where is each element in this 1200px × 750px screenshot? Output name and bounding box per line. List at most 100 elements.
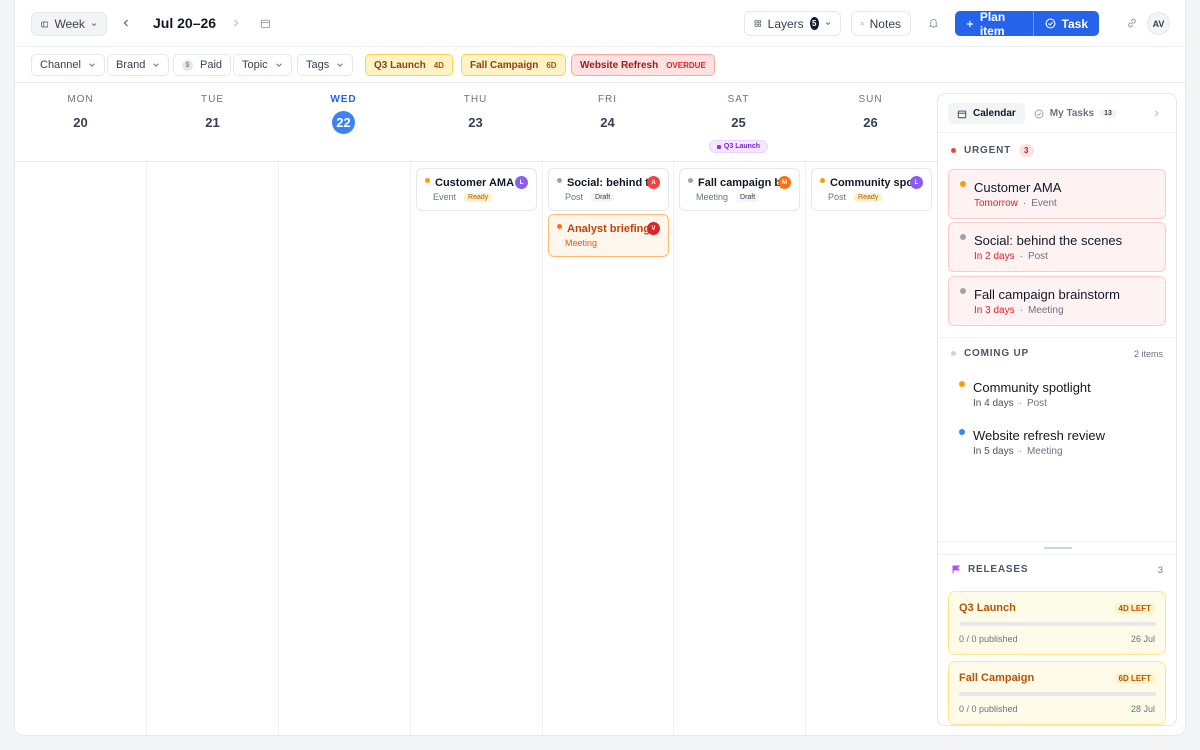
release-card[interactable]: Q3 Launch 4D LEFT 0 / 0 published 26 Jul [948, 591, 1166, 655]
day-header-sun[interactable]: SUN 26 [805, 84, 936, 134]
plan-item-label: Plan item [979, 11, 1006, 36]
release-chip-fall-campaign[interactable]: Fall Campaign 6D [461, 54, 566, 76]
topic-filter[interactable]: Topic [233, 54, 292, 76]
tab-calendar[interactable]: Calendar [948, 103, 1025, 124]
coming-up-item[interactable]: Website refresh review In 5 days · Meeti… [948, 418, 1166, 462]
tags-filter-label: Tags [306, 59, 330, 71]
item-due: In 2 days [974, 251, 1015, 262]
item-type: Event [1031, 198, 1057, 209]
status-dot [959, 429, 965, 435]
releases-count: 3 [1157, 565, 1163, 575]
top-toolbar: Week Jul 20–26 Layers 5 Notes Plan item … [15, 0, 1185, 47]
event-meta: Post Draft [565, 192, 615, 202]
check-circle-icon [1045, 18, 1055, 29]
event-title-row: Social: behind the scenes [557, 177, 652, 189]
calendar-icon [260, 19, 270, 28]
status-dot [960, 234, 966, 240]
coming-up-item[interactable]: Community spotlight In 4 days · Post [948, 370, 1166, 414]
week-grid[interactable]: Customer AMA Event Ready L Social: behin… [15, 162, 937, 735]
coming-up-label: COMING UP [964, 348, 1029, 359]
brand-filter[interactable]: Brand [107, 54, 170, 76]
channel-filter[interactable]: Channel [31, 54, 105, 76]
event-type: Meeting [696, 192, 729, 202]
item-due: Tomorrow [974, 198, 1018, 209]
assignee-avatar: V [647, 222, 660, 235]
day-header-mon[interactable]: MON 20 [15, 84, 146, 134]
prev-week-button[interactable] [119, 16, 133, 30]
chevron-right-icon [234, 19, 239, 27]
paid-filter[interactable]: $ Paid [173, 54, 232, 76]
plan-item-button[interactable]: Plan item [955, 11, 1033, 36]
next-week-button[interactable] [229, 16, 243, 30]
tags-filter[interactable]: Tags [297, 54, 354, 76]
app-frame: Week Jul 20–26 Layers 5 Notes Plan item … [14, 0, 1186, 736]
day-header-wed[interactable]: WED 22 [278, 84, 409, 134]
days-left-badge: 6D LEFT [1114, 673, 1155, 684]
tab-calendar-label: Calendar [973, 108, 1016, 119]
meta-separator: · [1019, 251, 1023, 262]
view-label: Week [54, 17, 85, 31]
dollar-icon: $ [182, 59, 193, 71]
event-card[interactable]: Customer AMA Event Ready L [416, 168, 537, 211]
release-date: 28 Jul [1130, 704, 1155, 714]
event-card[interactable]: Community spotlight Post Ready L [811, 168, 932, 211]
release-card[interactable]: Fall Campaign 6D LEFT 0 / 0 published 28… [948, 661, 1166, 725]
event-meta: Meeting Draft [696, 192, 760, 202]
item-type: Post [1027, 251, 1048, 262]
release-chip-website-refresh[interactable]: Website Refresh OVERDUE [571, 54, 715, 76]
layers-button[interactable]: Layers 5 [744, 11, 841, 36]
task-button[interactable]: Task [1034, 11, 1099, 36]
releases-label: RELEASES [968, 564, 1029, 575]
event-title: Community spotlight [830, 177, 915, 189]
resize-handle[interactable] [1044, 547, 1072, 549]
column-divider [542, 162, 543, 735]
tab-my-tasks[interactable]: My Tasks 13 [1025, 103, 1125, 124]
user-avatar[interactable]: AV [1147, 12, 1170, 35]
day-header-tue[interactable]: TUE 21 [147, 84, 278, 134]
day-of-week: SAT [727, 94, 750, 105]
chevron-down-icon [825, 22, 831, 26]
day-header-fri[interactable]: FRI 24 [542, 84, 673, 134]
collapse-panel-button[interactable] [1150, 107, 1162, 119]
status-pill: Draft [736, 192, 760, 202]
event-type: Event [433, 192, 457, 202]
day-number: 20 [73, 115, 88, 130]
urgent-item[interactable]: Fall campaign brainstorm In 3 days · Mee… [948, 276, 1166, 326]
status-dot [425, 177, 430, 183]
release-day-tag[interactable]: Q3 Launch [708, 140, 769, 153]
column-divider [410, 162, 411, 735]
status-pill: Draft [591, 192, 615, 202]
meta-separator: · [1018, 446, 1022, 457]
release-chip-q3-launch[interactable]: Q3 Launch 4D [365, 54, 453, 76]
day-number: 24 [600, 115, 615, 130]
event-title: Social: behind the scenes [567, 177, 652, 189]
item-due: In 4 days [973, 398, 1014, 409]
notes-button[interactable]: Notes [851, 11, 911, 36]
item-type: Post [1026, 398, 1047, 409]
item-meta: In 3 days · Meeting [974, 305, 1064, 316]
event-card[interactable]: Social: behind the scenes Post Draft A [548, 168, 669, 211]
document-icon [861, 22, 864, 25]
assignee-avatar: M [778, 176, 791, 189]
notifications-button[interactable] [926, 16, 940, 30]
chevron-down-icon [153, 63, 160, 67]
coming-up-dot [951, 351, 956, 356]
day-header-thu[interactable]: THU 23 [410, 84, 541, 134]
status-pill: Ready [854, 192, 883, 202]
event-card[interactable]: Fall campaign brainstorm Meeting Draft M [679, 168, 800, 211]
urgent-item[interactable]: Customer AMA Tomorrow · Event [948, 169, 1166, 219]
urgent-item[interactable]: Social: behind the scenes In 2 days · Po… [948, 222, 1166, 272]
share-link-button[interactable] [1125, 16, 1139, 30]
flag-icon [716, 144, 721, 149]
item-title: Customer AMA [974, 180, 1062, 195]
plus-icon [966, 20, 974, 27]
event-card[interactable]: Analyst briefing Meeting V [548, 214, 669, 257]
brand-filter-label: Brand [116, 59, 146, 71]
channel-filter-label: Channel [40, 59, 81, 71]
view-selector[interactable]: Week [31, 12, 107, 36]
chevron-down-icon [89, 63, 95, 67]
chevron-down-icon [337, 63, 344, 67]
date-picker-button[interactable] [258, 16, 272, 30]
calendar-icon [957, 110, 967, 118]
day-header-sat[interactable]: SAT 25 Q3 Launch [673, 84, 804, 153]
